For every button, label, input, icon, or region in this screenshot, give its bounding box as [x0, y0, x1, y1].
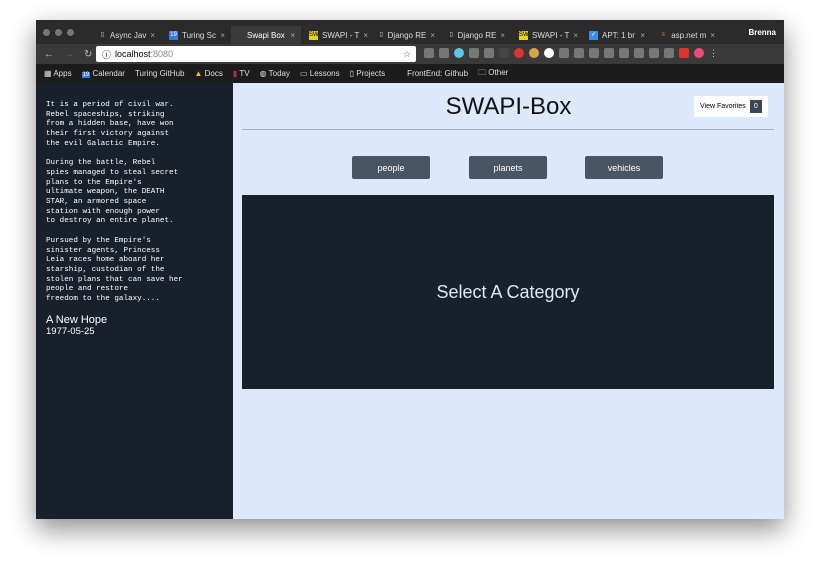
extension-icon[interactable] — [469, 48, 479, 58]
address-bar[interactable]: ⓘ localhost:8080 ☆ — [96, 46, 416, 62]
back-icon[interactable]: ← — [44, 49, 56, 60]
extension-icon[interactable] — [604, 48, 614, 58]
folder-icon: 🗀 — [478, 67, 487, 77]
reload-icon[interactable]: ↻ — [84, 49, 96, 60]
react-icon[interactable] — [454, 48, 464, 58]
view-favorites-button[interactable]: View Favorites 0 — [694, 96, 768, 117]
main-panel: SWAPI-Box View Favorites 0 people planets… — [233, 83, 784, 519]
extension-icon[interactable] — [499, 48, 509, 58]
close-tab-icon[interactable]: × — [220, 31, 231, 40]
document-icon: ▯ — [100, 31, 105, 38]
document-icon: ▯ — [349, 69, 354, 78]
bookmark-lessons[interactable]: ▭ Lessons — [300, 69, 340, 78]
globe-icon: ◍ — [259, 69, 267, 78]
vehicles-button[interactable]: vehicles — [585, 156, 663, 179]
release-date: 1977-05-25 — [46, 325, 95, 337]
extension-icon[interactable] — [679, 48, 689, 58]
bookmark-today[interactable]: ◍ Today — [260, 69, 290, 78]
bookmark-frontend-github[interactable]: FrontEnd: Github — [407, 69, 468, 78]
bookmark-calendar[interactable]: 19 Calendar — [81, 69, 125, 78]
close-tab-icon[interactable]: × — [573, 31, 581, 40]
tv-icon: ▮ — [232, 69, 238, 78]
tab[interactable]: ▯ Django RE × — [371, 26, 441, 44]
lessons-icon: ▭ — [300, 69, 308, 78]
close-tab-icon[interactable]: × — [363, 31, 371, 40]
apt-icon: ✓ — [589, 30, 598, 40]
people-button[interactable]: people — [352, 156, 430, 179]
close-tab-icon[interactable]: × — [150, 31, 161, 40]
bookmark-star-icon[interactable]: ☆ — [403, 49, 411, 60]
bookmark-docs[interactable]: ▲ Docs — [194, 69, 222, 78]
swapi-icon: SW — [519, 30, 529, 40]
cookie-icon[interactable] — [529, 48, 539, 58]
menu-icon[interactable]: ⋮ — [709, 48, 719, 58]
minimize-button[interactable] — [55, 29, 62, 36]
select-category-message: Select A Category — [436, 281, 580, 302]
divider — [242, 129, 774, 130]
tab-active[interactable]: Swapi Box × — [231, 26, 301, 44]
extension-icon[interactable] — [589, 48, 599, 58]
tab-strip: ▯ Async Jav × 19 Turing Sc × Swapi Box × SW SW… — [36, 20, 784, 44]
calendar-icon: 19 — [169, 30, 178, 40]
window-controls[interactable] — [43, 29, 74, 36]
extension-icon[interactable] — [574, 48, 584, 58]
profile-name[interactable]: Brenna — [748, 28, 776, 37]
extension-icon[interactable] — [424, 48, 434, 58]
stack-icon: ≡ — [661, 31, 665, 38]
close-tab-icon[interactable]: × — [290, 31, 301, 40]
card-display-area: Select A Category — [242, 195, 774, 389]
extensions: ⋮ — [424, 48, 719, 58]
browser-window: ▯ Async Jav × 19 Turing Sc × Swapi Box × SW SW… — [36, 20, 784, 519]
opening-crawl: It is a period of civil war. Rebel space… — [46, 101, 183, 304]
bookmark-projects[interactable]: ▯ Projects — [350, 69, 386, 78]
maximize-button[interactable] — [67, 29, 74, 36]
tab[interactable]: ≡ asp.net m × — [651, 26, 721, 44]
tab[interactable]: 19 Turing Sc × — [161, 26, 231, 44]
extension-icon[interactable] — [694, 48, 704, 58]
close-tab-icon[interactable]: × — [430, 31, 441, 40]
document-icon: ▯ — [449, 31, 453, 38]
page-content: It is a period of civil war. Rebel space… — [36, 83, 784, 519]
tab[interactable]: ▯ Async Jav × — [91, 26, 161, 44]
extension-icon[interactable] — [559, 48, 569, 58]
extension-icon[interactable] — [634, 48, 644, 58]
bookmarks-bar: ▦ Apps 19 Calendar Turing GitHub ▲ Docs … — [36, 64, 784, 83]
tab[interactable]: ▯ Django RE × — [441, 26, 511, 44]
extension-icon[interactable] — [619, 48, 629, 58]
drive-icon: ▲ — [194, 69, 203, 78]
favorites-count: 0 — [749, 100, 762, 113]
opening-crawl-sidebar: It is a period of civil war. Rebel space… — [36, 83, 233, 519]
tab[interactable]: SW SWAPI - T × — [301, 26, 371, 44]
bookmark-other[interactable]: 🗀 Other — [478, 67, 508, 81]
bookmark-turing-github[interactable]: Turing GitHub — [135, 69, 185, 78]
tab[interactable]: ✓ APT: 1 br × — [581, 26, 651, 44]
document-icon: ▯ — [379, 31, 383, 38]
extension-icon[interactable] — [484, 48, 494, 58]
close-tab-icon[interactable]: × — [710, 31, 721, 40]
swapi-icon: SW — [309, 30, 319, 40]
toolbar: ← → ↻ ⓘ localhost:8080 ☆ ⋮ — [36, 44, 784, 64]
planets-button[interactable]: planets — [469, 156, 547, 179]
close-tab-icon[interactable]: × — [500, 31, 511, 40]
extension-icon[interactable] — [649, 48, 659, 58]
adblock-icon[interactable] — [514, 48, 524, 58]
info-icon: ⓘ — [102, 49, 112, 60]
extension-icon[interactable] — [544, 48, 554, 58]
close-tab-icon[interactable]: × — [640, 31, 651, 40]
tab[interactable]: SW SWAPI - T × — [511, 26, 581, 44]
forward-icon[interactable]: → — [64, 49, 76, 60]
bookmark-tv[interactable]: ▮ TV — [233, 69, 250, 78]
calendar-icon: 19 — [81, 72, 91, 78]
extension-icon[interactable] — [664, 48, 674, 58]
close-window-button[interactable] — [43, 29, 50, 36]
extension-icon[interactable] — [439, 48, 449, 58]
bookmark-apps[interactable]: ▦ Apps — [44, 69, 72, 78]
movie-title: A New Hope — [46, 313, 108, 326]
